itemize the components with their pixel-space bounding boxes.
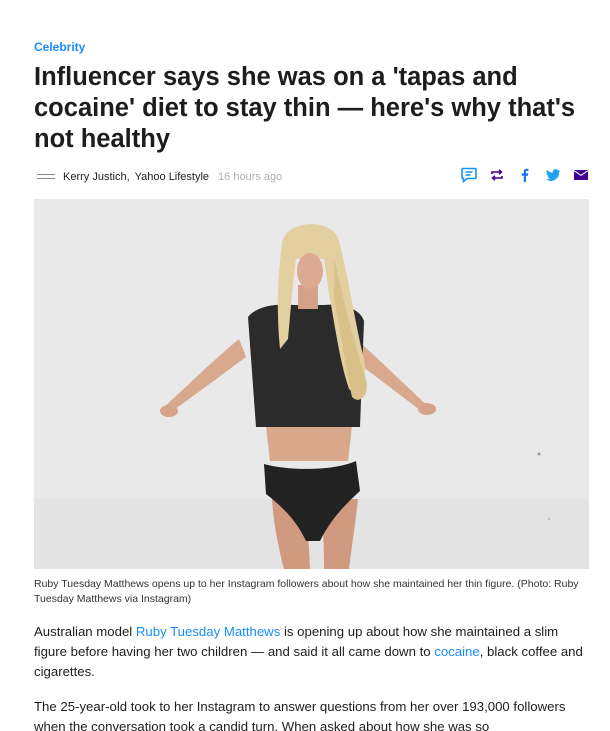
- facebook-icon[interactable]: [517, 167, 533, 183]
- comment-icon[interactable]: [461, 167, 477, 183]
- paragraph-text: Australian model: [34, 624, 136, 639]
- share-bar: [461, 167, 589, 183]
- byline: Kerry Justich, Yahoo Lifestyle 16 hours …: [34, 167, 589, 186]
- timestamp: 16 hours ago: [218, 171, 283, 183]
- paragraph-1: Australian model Ruby Tuesday Matthews i…: [34, 622, 589, 682]
- retweet-icon[interactable]: [489, 167, 505, 183]
- twitter-icon[interactable]: [545, 167, 561, 183]
- link-cocaine[interactable]: cocaine: [434, 644, 479, 659]
- paragraph-2: The 25-year-old took to her Instagram to…: [34, 699, 566, 731]
- author-name[interactable]: Kerry Justich,: [63, 171, 130, 183]
- yahoo-lifestyle-logo-icon: [37, 173, 55, 181]
- headline: Influencer says she was on a 'tapas and …: [34, 63, 576, 153]
- category-link[interactable]: Celebrity: [34, 40, 85, 54]
- photo-caption: Ruby Tuesday Matthews opens up to her In…: [34, 578, 579, 605]
- source-name: Yahoo Lifestyle: [134, 171, 210, 183]
- link-ruby-tuesday-matthews[interactable]: Ruby Tuesday Matthews: [136, 624, 280, 639]
- article-photo[interactable]: [34, 199, 589, 569]
- mail-icon[interactable]: [573, 167, 589, 183]
